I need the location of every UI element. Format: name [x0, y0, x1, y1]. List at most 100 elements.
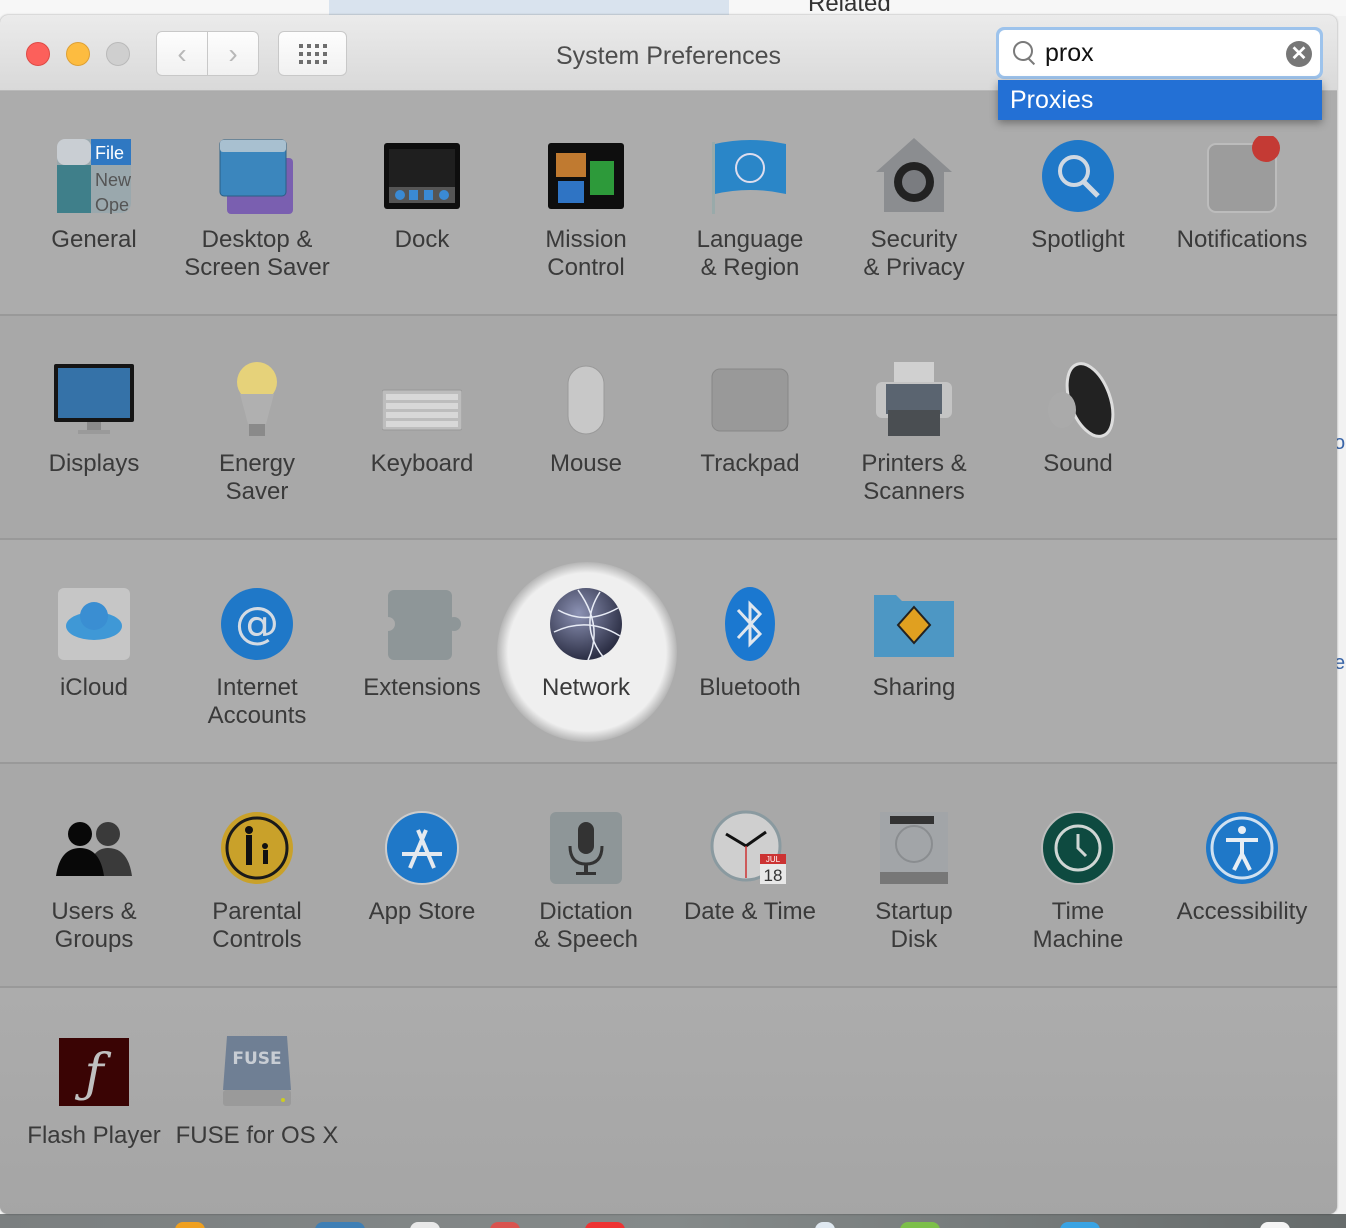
dock-app-icon[interactable]: [410, 1222, 440, 1228]
lightbulb-icon: [217, 360, 297, 440]
at-sign-icon: @: [217, 584, 297, 664]
pane-label: Startup Disk: [875, 898, 953, 953]
search-icon: [1011, 39, 1039, 67]
pane-network[interactable]: Network: [504, 584, 668, 702]
svg-text:New: New: [95, 170, 132, 190]
pane-label: Date & Time: [683, 898, 817, 925]
time-machine-icon: [1038, 808, 1118, 888]
pane-row-personal: File New Ope General Desktop & Screen Save…: [0, 92, 1337, 316]
pane-accessibility[interactable]: Accessibility: [1160, 808, 1324, 926]
pane-label: Sharing: [872, 674, 956, 701]
pane-time-machine[interactable]: Time Machine: [996, 808, 1160, 954]
pane-label: Security & Privacy: [863, 226, 965, 281]
pane-bluetooth[interactable]: Bluetooth: [668, 584, 832, 702]
search-input[interactable]: [1045, 38, 1275, 68]
trackpad-icon: [710, 360, 790, 440]
un-flag-icon: [710, 136, 790, 216]
search-field[interactable]: ✕: [996, 27, 1323, 79]
pane-desktop-screen-saver[interactable]: Desktop & Screen Saver: [175, 136, 339, 282]
pane-label: Printers & Scanners: [861, 450, 967, 505]
pane-fuse[interactable]: FUSE FUSE for OS X: [175, 1032, 339, 1150]
pane-label: Spotlight: [1031, 226, 1125, 253]
pane-mission-control[interactable]: Mission Control: [504, 136, 668, 282]
clear-search-button[interactable]: ✕: [1286, 41, 1312, 67]
system-preferences-window: ‹ › System Preferences ✕ Proxies FileN: [0, 15, 1337, 1214]
pane-extensions[interactable]: Extensions: [340, 584, 504, 702]
svg-text:@: @: [235, 598, 279, 649]
mouse-icon: [546, 360, 626, 440]
pane-label: Flash Player: [27, 1122, 161, 1149]
dock-app-icon[interactable]: [585, 1222, 625, 1228]
pane-mouse[interactable]: Mouse: [504, 360, 668, 478]
hard-disk-icon: [874, 808, 954, 888]
pane-sound[interactable]: Sound: [996, 360, 1160, 478]
pane-label: Accessibility: [1176, 898, 1308, 925]
dock-app-icon[interactable]: [175, 1222, 205, 1228]
pane-security-privacy[interactable]: Security & Privacy: [832, 136, 996, 282]
pane-trackpad[interactable]: Trackpad: [668, 360, 832, 478]
pane-label: Internet Accounts: [207, 674, 307, 729]
pane-parental-controls[interactable]: Parental Controls: [175, 808, 339, 954]
pane-printers-scanners[interactable]: Printers & Scanners: [832, 360, 996, 506]
pane-notifications[interactable]: Notifications: [1160, 136, 1324, 254]
dock-app-icon[interactable]: [315, 1222, 365, 1228]
pane-sharing[interactable]: Sharing: [832, 584, 996, 702]
dock-app-icon[interactable]: [815, 1222, 835, 1228]
pane-dock[interactable]: Dock: [340, 136, 504, 254]
pane-label: Bluetooth: [699, 674, 801, 701]
pane-general[interactable]: File New Ope General: [12, 136, 176, 254]
magnifier-icon: [1038, 136, 1118, 216]
pane-language-region[interactable]: Language & Region: [668, 136, 832, 282]
pane-label: Language & Region: [696, 226, 804, 281]
flash-icon: ƒ: [54, 1032, 134, 1112]
pane-energy-saver[interactable]: Energy Saver: [175, 360, 339, 506]
pane-label: General: [51, 226, 137, 253]
dock-app-icon[interactable]: [1060, 1222, 1100, 1228]
pane-label: iCloud: [59, 674, 129, 701]
pane-date-time[interactable]: JUL 18 Date & Time: [668, 808, 832, 926]
pane-dictation-speech[interactable]: Dictation & Speech: [504, 808, 668, 954]
keyboard-icon: [382, 360, 462, 440]
pane-internet-accounts[interactable]: @ Internet Accounts: [175, 584, 339, 730]
users-icon: [54, 808, 134, 888]
clock-calendar-icon: JUL 18: [710, 808, 790, 888]
pane-icloud[interactable]: iCloud: [12, 584, 176, 702]
pane-label: Time Machine: [1032, 898, 1124, 953]
svg-text:Ope: Ope: [95, 195, 129, 214]
dock-app-icon[interactable]: [1260, 1222, 1290, 1228]
dock-app-icon[interactable]: [900, 1222, 940, 1228]
pane-label: Extensions: [363, 674, 481, 701]
pane-app-store[interactable]: App Store: [340, 808, 504, 926]
search-suggestion-proxies[interactable]: Proxies: [998, 80, 1322, 120]
app-store-icon: [382, 808, 462, 888]
security-house-icon: [874, 136, 954, 216]
desktop-icon: [217, 136, 297, 216]
pane-keyboard[interactable]: Keyboard: [340, 360, 504, 478]
pane-users-groups[interactable]: Users & Groups: [12, 808, 176, 954]
pane-label: Dictation & Speech: [533, 898, 639, 953]
pane-label: Keyboard: [370, 450, 474, 477]
fuse-drive-icon: FUSE: [217, 1032, 297, 1112]
svg-text:FUSE: FUSE: [232, 1049, 281, 1069]
pane-label: Trackpad: [700, 450, 800, 477]
pane-flash-player[interactable]: ƒ Flash Player: [12, 1032, 176, 1150]
dock-icon: [382, 136, 462, 216]
pane-startup-disk[interactable]: Startup Disk: [832, 808, 996, 954]
cloud-icon: [54, 584, 134, 664]
pane-label: Energy Saver: [218, 450, 296, 505]
pane-label: App Store: [368, 898, 476, 925]
dock-app-icon[interactable]: [490, 1222, 520, 1228]
pane-label: Dock: [394, 226, 450, 253]
pane-label: Parental Controls: [212, 898, 302, 953]
pane-label: Users & Groups: [51, 898, 137, 953]
pane-label: FUSE for OS X: [175, 1122, 339, 1149]
pane-label: Desktop & Screen Saver: [184, 226, 330, 281]
pane-label: Sound: [1043, 450, 1113, 477]
background-tab: [329, 0, 729, 15]
pane-displays[interactable]: Displays: [12, 360, 176, 478]
notification-badge-icon: [1202, 136, 1282, 216]
pane-label: Mission Control: [545, 226, 627, 281]
background-right-edge: [1336, 16, 1346, 1216]
pane-label: Mouse: [549, 450, 623, 477]
pane-spotlight[interactable]: Spotlight: [996, 136, 1160, 254]
